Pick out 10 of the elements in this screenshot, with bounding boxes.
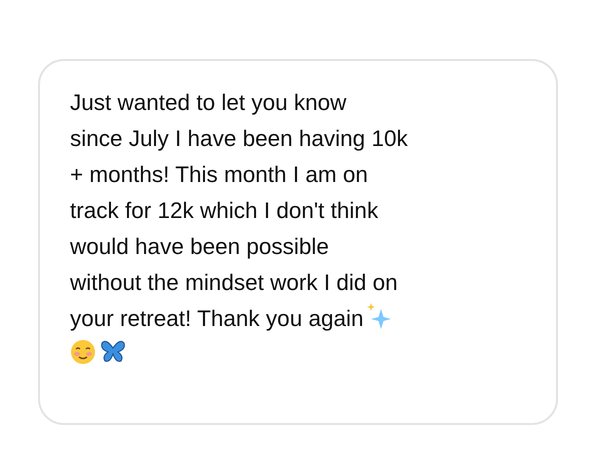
message-text-line: Just wanted to let you know — [70, 89, 346, 117]
message-text-line: your retreat! Thank you again — [70, 305, 364, 333]
message-text-line: without the mindset work I did on — [70, 269, 398, 297]
smiling-face-icon — [70, 339, 96, 365]
sparkles-icon — [366, 301, 392, 331]
message-text-line: would have been possible — [70, 233, 329, 261]
butterfly-icon — [100, 340, 126, 364]
message-text-line: + months! This month I am on — [70, 161, 368, 189]
message-text-line: since July I have been having 10k — [70, 125, 408, 153]
message-text-line: track for 12k which I don't think — [70, 197, 378, 225]
